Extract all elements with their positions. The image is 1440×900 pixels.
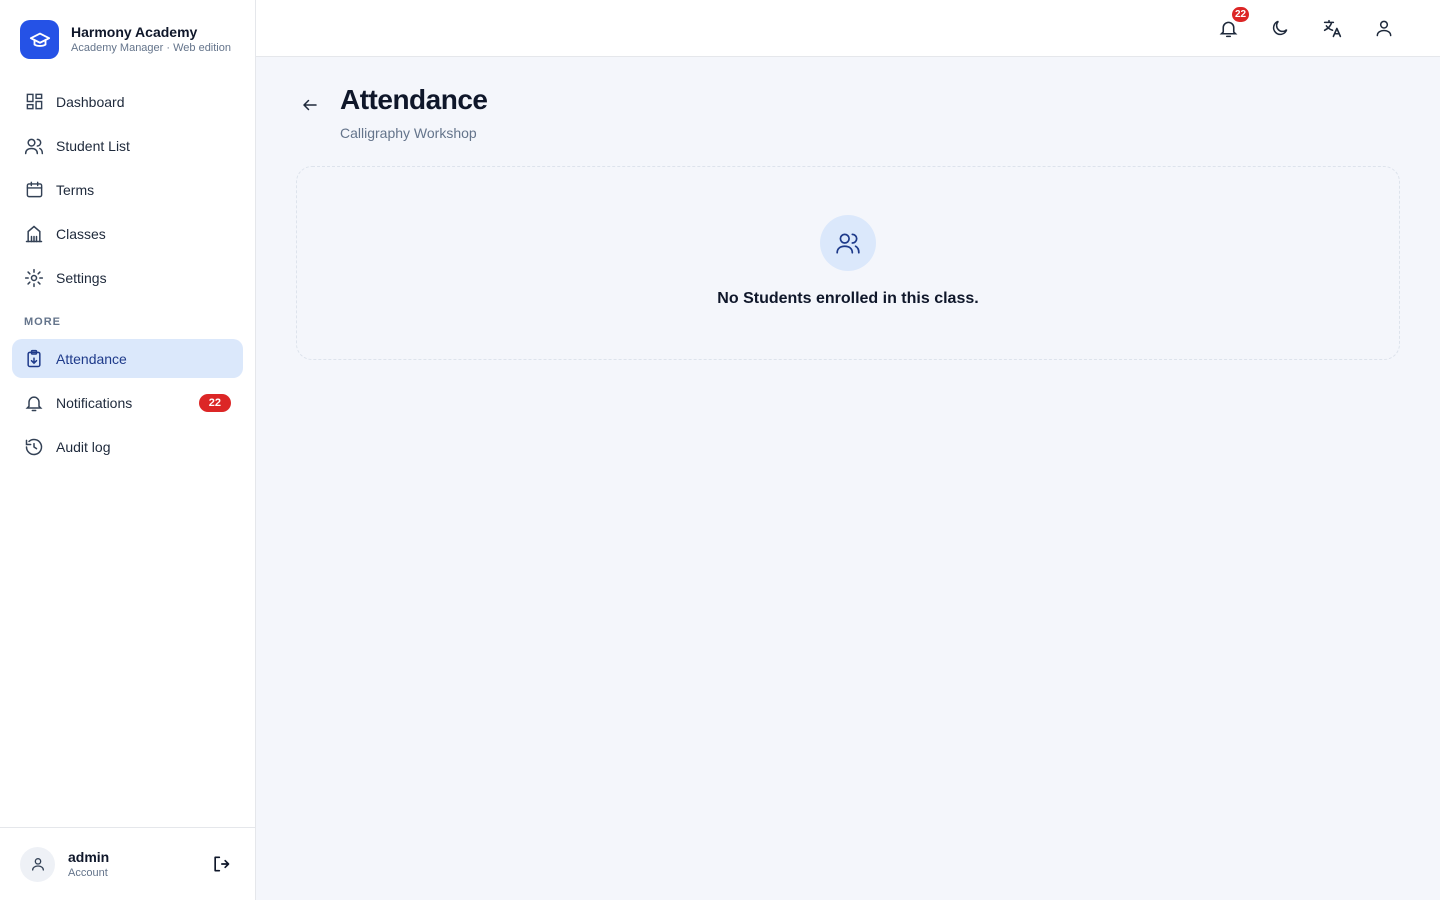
- sidebar-item-dashboard[interactable]: Dashboard: [12, 82, 243, 121]
- gear-icon: [24, 268, 44, 288]
- user-icon: [31, 858, 44, 871]
- translate-icon: [1323, 19, 1341, 37]
- user-icon: [1376, 20, 1392, 37]
- sidebar-item-settings[interactable]: Settings: [12, 258, 243, 297]
- sidebar-item-label: Notifications: [56, 394, 133, 411]
- sidebar-item-label: Settings: [56, 269, 107, 286]
- graduation-cap-icon: [20, 20, 59, 59]
- topbar: 22: [256, 0, 1440, 57]
- brand-name: Harmony Academy: [71, 24, 198, 40]
- user-role: Account: [68, 866, 108, 879]
- history-icon: [24, 437, 44, 457]
- sidebar-item-classes[interactable]: Classes: [12, 214, 243, 253]
- sidebar-item-terms[interactable]: Terms: [12, 170, 243, 209]
- building-icon: [24, 224, 44, 244]
- profile-button[interactable]: [1368, 14, 1400, 42]
- main-content: Attendance Calligraphy Workshop No Stude…: [256, 57, 1440, 900]
- empty-state-card: No Students enrolled in this class.: [296, 166, 1400, 360]
- sidebar-item-student-list[interactable]: Student List: [12, 126, 243, 165]
- avatar[interactable]: [20, 846, 55, 882]
- bell-icon: [24, 393, 44, 413]
- user-name: admin: [68, 848, 110, 865]
- brand[interactable]: Harmony Academy Academy Manager · Web ed…: [20, 20, 239, 59]
- page-subtitle: Calligraphy Workshop: [340, 125, 477, 141]
- language-button[interactable]: [1316, 14, 1348, 42]
- sidebar-item-notifications[interactable]: Notifications 22: [12, 383, 243, 422]
- clipboard-icon: [24, 349, 44, 369]
- users-icon: [24, 136, 44, 156]
- theme-toggle-button[interactable]: [1264, 14, 1296, 42]
- sidebar-item-label: Student List: [56, 137, 130, 154]
- section-label-more: MORE: [24, 316, 61, 328]
- page-header: Attendance Calligraphy Workshop: [296, 83, 488, 142]
- sidebar-item-label: Dashboard: [56, 93, 125, 110]
- calendar-icon: [24, 180, 44, 200]
- back-button[interactable]: [296, 91, 324, 119]
- sidebar-item-label: Attendance: [56, 350, 127, 367]
- arrow-left-icon: [303, 99, 317, 111]
- account-panel: admin Account: [0, 827, 255, 900]
- brand-subtitle: Academy Manager · Web edition: [71, 42, 231, 54]
- notifications-button[interactable]: 22: [1212, 5, 1252, 42]
- sidebar-item-attendance[interactable]: Attendance: [12, 339, 243, 378]
- page-title: Attendance: [340, 84, 488, 115]
- sidebar-item-label: Terms: [56, 181, 95, 198]
- sidebar: Harmony Academy Academy Manager · Web ed…: [0, 0, 256, 900]
- users-icon: [820, 215, 876, 271]
- notifications-count-badge: 22: [198, 393, 231, 412]
- logout-icon: [214, 856, 230, 872]
- moon-icon: [1272, 20, 1288, 36]
- sidebar-item-audit-log[interactable]: Audit log: [12, 427, 243, 466]
- sidebar-item-label: Classes: [56, 225, 106, 242]
- sidebar-nav: Dashboard Student List Terms Classes Set…: [12, 82, 243, 471]
- empty-state-message: No Students enrolled in this class.: [717, 290, 979, 307]
- logout-button[interactable]: [207, 850, 235, 878]
- sidebar-item-label: Audit log: [56, 438, 111, 455]
- dashboard-icon: [24, 92, 44, 112]
- notification-badge: 22: [1230, 5, 1252, 24]
